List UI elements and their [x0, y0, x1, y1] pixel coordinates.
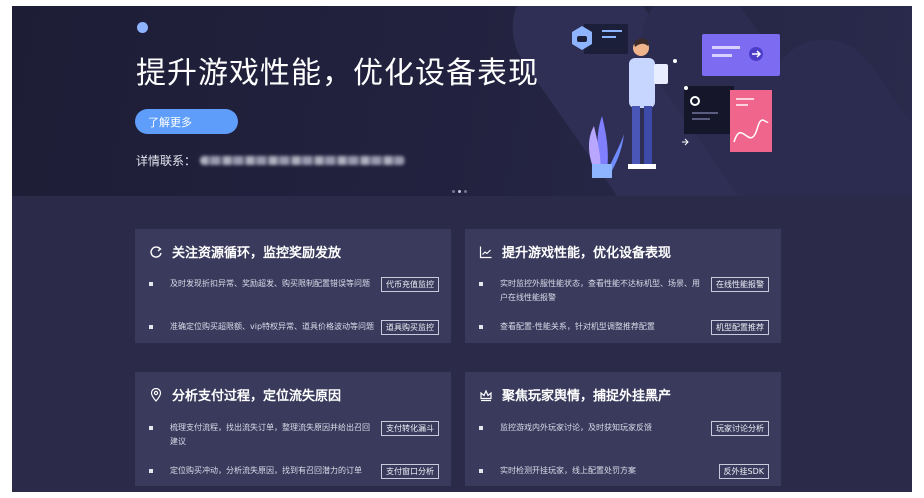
bullet-icon: [479, 426, 483, 430]
carousel-dot[interactable]: [452, 190, 455, 193]
carousel-dot[interactable]: [464, 190, 467, 193]
bullet-icon: [149, 469, 153, 473]
hero-banner: 提升游戏性能，优化设备表现 了解更多 详情联系：: [12, 6, 912, 196]
player-discussion-button[interactable]: 玩家讨论分析: [711, 421, 769, 436]
row-text: 及时发现折扣异常、奖励超发、购买限制配置错误等问题: [170, 279, 370, 288]
card-title: 聚焦玩家舆情，捕捉外挂黑产: [479, 385, 671, 404]
card-row: 梳理支付流程，找出流失订单，整理流失原因并给出召回建议 支付转化漏斗: [149, 421, 439, 449]
line-chart-icon: [479, 246, 492, 258]
bullet-icon: [149, 426, 153, 430]
card-row: 实时检测开挂玩家，线上配置处罚方案 反外挂SDK: [479, 464, 769, 479]
location-pin-icon: [150, 387, 162, 402]
bullet-icon: [479, 325, 483, 329]
payment-window-analysis-button[interactable]: 支付窗口分析: [381, 464, 439, 479]
cycle-icon: [150, 245, 162, 258]
card-title: 分析支付过程，定位流失原因: [149, 385, 341, 404]
carousel-dot[interactable]: [458, 190, 461, 193]
card-row: 定位购买冲动，分析流失原因，找到有召回潜力的订单 支付窗口分析: [149, 464, 439, 479]
card-row: 及时发现折扣异常、奖励超发、购买限制配置错误等问题 代币充值监控: [149, 277, 439, 292]
card-title-text: 聚焦玩家舆情，捕捉外挂黑产: [502, 389, 672, 404]
plant-pot-icon: [592, 164, 612, 178]
card-title-text: 关注资源循环，监控奖励发放: [172, 246, 342, 261]
row-text: 实时检测开挂玩家，线上配置处罚方案: [500, 466, 636, 475]
card-row: 监控游戏内外玩家讨论，及时获知玩家反馈 玩家讨论分析: [479, 421, 769, 436]
card-title-text: 分析支付过程，定位流失原因: [172, 389, 342, 404]
feature-card: 分析支付过程，定位流失原因 梳理支付流程，找出流失订单，整理流失原因并给出召回建…: [135, 372, 451, 486]
card-row: 查看配置-性能关系，针对机型调整推荐配置 机型配置推荐: [479, 320, 769, 335]
device-config-recommend-button[interactable]: 机型配置推荐: [711, 320, 769, 335]
card-row: 实时监控外服性能状态，查看性能不达标机型、场景、用户在线性能报警 在线性能报警: [479, 277, 769, 305]
bullet-icon: [149, 282, 153, 286]
crown-icon: [480, 389, 492, 401]
row-text: 实时监控外服性能状态，查看性能不达标机型、场景、用户在线性能报警: [500, 279, 700, 302]
online-perf-alert-button[interactable]: 在线性能报警: [711, 277, 769, 292]
token-recharge-monitor-button[interactable]: 代币充值监控: [381, 277, 439, 292]
row-text: 准确定位购买超限额、vip特权异常、道具价格波动等问题: [170, 322, 375, 331]
item-purchase-monitor-button[interactable]: 道具购买监控: [381, 320, 439, 335]
row-text: 定位购买冲动，分析流失原因，找到有召回潜力的订单: [170, 466, 362, 475]
row-text: 查看配置-性能关系，针对机型调整推荐配置: [500, 322, 655, 331]
row-text: 监控游戏内外玩家讨论，及时获知玩家反馈: [500, 423, 652, 432]
bullet-icon: [479, 282, 483, 286]
tablet-icon: [654, 64, 668, 84]
main-frame: 提升游戏性能，优化设备表现 了解更多 详情联系： 关注资源循环，监控奖励发放 及…: [12, 6, 912, 492]
carousel-indicators[interactable]: [452, 190, 467, 193]
hero-illustration: [572, 24, 780, 178]
settings-card: [684, 86, 734, 134]
row-text: 梳理支付流程，找出流失订单，整理流失原因并给出召回建议: [170, 423, 370, 446]
person-body: [629, 58, 655, 108]
anti-cheat-sdk-button[interactable]: 反外挂SDK: [718, 464, 769, 479]
feature-card: 聚焦玩家舆情，捕捉外挂黑产 监控游戏内外玩家讨论，及时获知玩家反馈 玩家讨论分析…: [465, 372, 781, 486]
card-title: 关注资源循环，监控奖励发放: [149, 242, 341, 261]
card-title-text: 提升游戏性能，优化设备表现: [502, 246, 672, 261]
payment-funnel-button[interactable]: 支付转化漏斗: [381, 421, 439, 436]
feature-card: 关注资源循环，监控奖励发放 及时发现折扣异常、奖励超发、购买限制配置错误等问题 …: [135, 229, 451, 343]
feature-card: 提升游戏性能，优化设备表现 实时监控外服性能状态，查看性能不达标机型、场景、用户…: [465, 229, 781, 343]
card-row: 准确定位购买超限额、vip特权异常、道具价格波动等问题 道具购买监控: [149, 320, 439, 335]
bullet-icon: [149, 325, 153, 329]
card-title: 提升游戏性能，优化设备表现: [479, 242, 671, 261]
bullet-icon: [479, 469, 483, 473]
